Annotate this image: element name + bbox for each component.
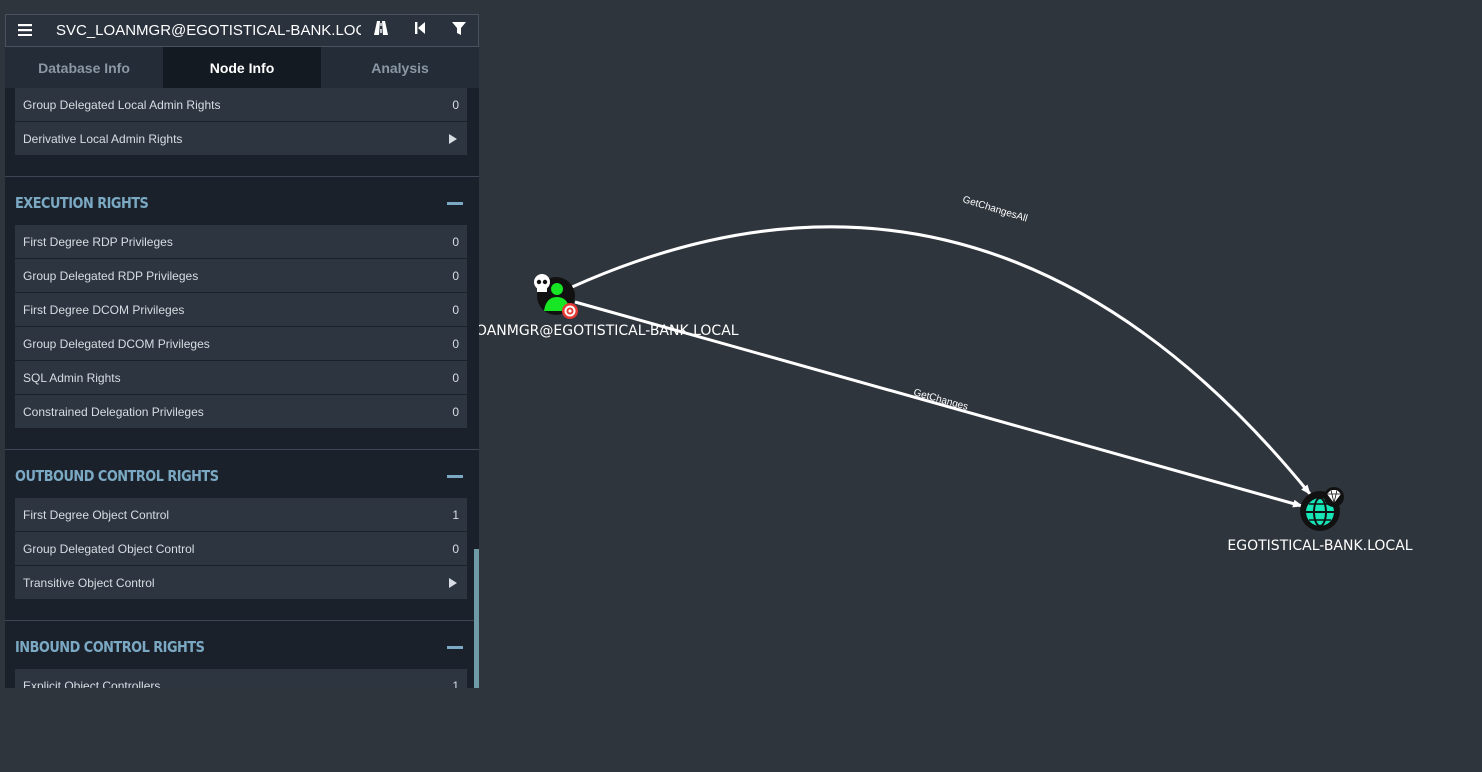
collapse-icon[interactable]	[447, 645, 463, 649]
row-label: Derivative Local Admin Rights	[23, 131, 183, 146]
hamburger-icon	[18, 20, 32, 41]
row-value: 0	[452, 370, 459, 385]
expand-arrow-icon	[449, 577, 457, 588]
search-input[interactable]	[44, 15, 361, 46]
row-value: 1	[452, 678, 459, 689]
tab-database-info[interactable]: Database Info	[5, 47, 163, 88]
road-icon	[373, 20, 389, 41]
tab-analysis[interactable]: Analysis	[321, 47, 479, 88]
list-item-group-delegated-dcom[interactable]: Group Delegated DCOM Privileges 0	[15, 327, 467, 361]
target-icon	[562, 303, 578, 319]
section-title: OUTBOUND CONTROL RIGHTS	[15, 467, 219, 485]
row-label: Explicit Object Controllers	[23, 678, 161, 689]
expand-arrow-icon	[449, 133, 457, 144]
diamond-icon	[1324, 487, 1344, 507]
list-item-explicit-object-controllers[interactable]: Explicit Object Controllers 1	[15, 669, 467, 688]
list-item-first-degree-object-control[interactable]: First Degree Object Control 1	[15, 498, 467, 532]
collapse-icon[interactable]	[447, 201, 463, 205]
filter-button[interactable]	[439, 15, 478, 46]
divider	[5, 620, 479, 621]
list-item-group-delegated-rdp[interactable]: Group Delegated RDP Privileges 0	[15, 259, 467, 293]
row-label: Transitive Object Control	[23, 575, 155, 590]
row-value: 0	[452, 268, 459, 283]
row-value: 0	[452, 302, 459, 317]
edge-label-getchangesall: GetChangesAll	[961, 194, 1029, 224]
edge-label-getchanges: GetChanges	[912, 387, 969, 413]
tab-node-info[interactable]: Node Info	[163, 47, 321, 88]
list-item-sql-admin[interactable]: SQL Admin Rights 0	[15, 361, 467, 395]
domain-node-label: EGOTISTICAL-BANK.LOCAL	[1227, 538, 1412, 554]
list-item-group-delegated-local-admin[interactable]: Group Delegated Local Admin Rights 0	[15, 88, 467, 122]
row-value: 1	[452, 507, 459, 522]
scrollbar[interactable]	[474, 549, 479, 688]
panel-tabs: Database Info Node Info Analysis	[5, 47, 479, 88]
panel-content[interactable]: Group Delegated Local Admin Rights 0 Der…	[5, 88, 479, 688]
row-value: 0	[452, 404, 459, 419]
back-button[interactable]	[400, 15, 439, 46]
menu-button[interactable]	[6, 15, 44, 46]
row-value: 0	[452, 97, 459, 112]
search-bar	[5, 14, 479, 47]
row-value: 0	[452, 336, 459, 351]
section-header-outbound-control: OUTBOUND CONTROL RIGHTS	[5, 454, 479, 498]
step-back-icon	[414, 21, 426, 40]
collapse-icon[interactable]	[447, 474, 463, 478]
row-label: Group Delegated DCOM Privileges	[23, 336, 210, 351]
divider	[5, 176, 479, 177]
row-label: First Degree RDP Privileges	[23, 234, 173, 249]
list-item-first-degree-rdp[interactable]: First Degree RDP Privileges 0	[15, 225, 467, 259]
divider	[5, 449, 479, 450]
row-value: 0	[452, 234, 459, 249]
list-item-derivative-local-admin[interactable]: Derivative Local Admin Rights	[15, 122, 467, 156]
row-value: 0	[452, 541, 459, 556]
section-header-inbound-control: INBOUND CONTROL RIGHTS	[5, 625, 479, 669]
section-title: INBOUND CONTROL RIGHTS	[15, 638, 205, 656]
row-label: Group Delegated Local Admin Rights	[23, 97, 221, 112]
edge-getchangesall[interactable]	[571, 225, 1312, 495]
row-label: Group Delegated Object Control	[23, 541, 195, 556]
list-item-constrained-delegation[interactable]: Constrained Delegation Privileges 0	[15, 395, 467, 429]
user-node-label: SVC_LOANMGR@EGOTISTICAL-BANK.LOCAL	[433, 323, 738, 339]
list-item-transitive-object-control[interactable]: Transitive Object Control	[15, 566, 467, 600]
section-title: EXECUTION RIGHTS	[15, 194, 149, 212]
node-info-panel: Database Info Node Info Analysis Group D…	[5, 14, 479, 688]
section-header-execution-rights: EXECUTION RIGHTS	[5, 181, 479, 225]
row-label: Constrained Delegation Privileges	[23, 404, 204, 419]
filter-icon	[451, 21, 466, 41]
row-label: First Degree DCOM Privileges	[23, 302, 185, 317]
row-label: Group Delegated RDP Privileges	[23, 268, 199, 283]
list-item-first-degree-dcom[interactable]: First Degree DCOM Privileges 0	[15, 293, 467, 327]
row-label: First Degree Object Control	[23, 507, 170, 522]
row-label: SQL Admin Rights	[23, 370, 121, 385]
pathfinding-button[interactable]	[361, 15, 400, 46]
list-item-group-delegated-object-control[interactable]: Group Delegated Object Control 0	[15, 532, 467, 566]
domain-node[interactable]: EGOTISTICAL-BANK.LOCAL	[1227, 487, 1413, 554]
